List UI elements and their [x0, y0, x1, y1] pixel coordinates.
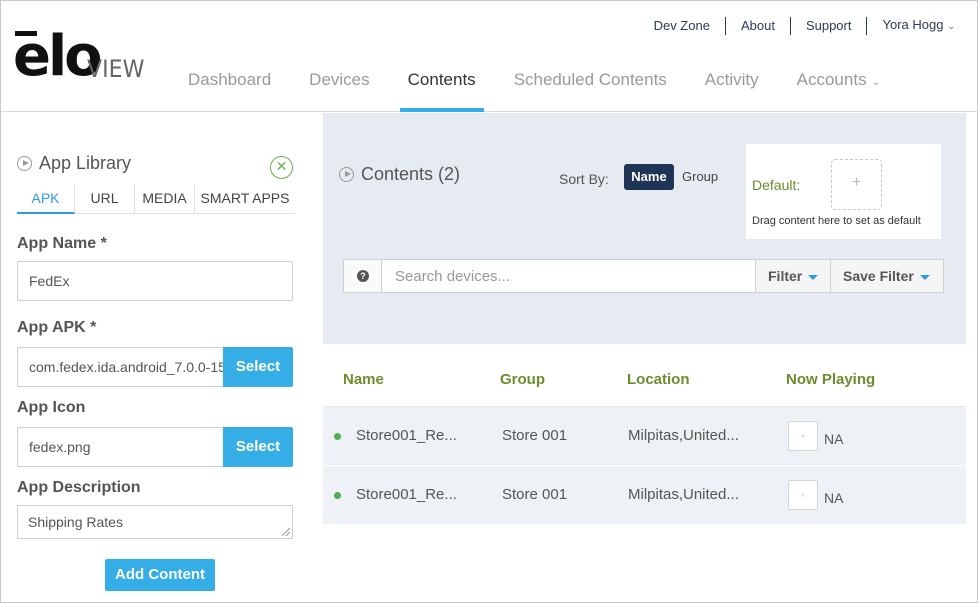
- tab-smart-apps[interactable]: SMART APPS: [195, 184, 295, 214]
- contents-title: Contents (2): [361, 164, 461, 184]
- status-dot: [334, 433, 341, 440]
- play-circle-icon: [339, 167, 354, 182]
- row-location: Milpitas,United...: [628, 486, 739, 503]
- app-name-label: App Name *: [17, 235, 107, 252]
- nav-accounts[interactable]: Accounts ⌄: [778, 61, 899, 112]
- search-bar: ? Filter Save Filter: [343, 259, 944, 293]
- header: elo VIEW Dev Zone About Support Yora Hog…: [1, 1, 977, 112]
- status-dot: [334, 492, 341, 499]
- apk-select-button[interactable]: Select: [223, 347, 293, 387]
- column-location[interactable]: Location: [627, 371, 690, 388]
- row-group: Store 001: [502, 427, 568, 444]
- app-name-field[interactable]: FedEx: [17, 261, 293, 301]
- close-icon[interactable]: ✕: [270, 156, 293, 179]
- app-description-value: Shipping Rates: [28, 514, 123, 530]
- app-window: elo VIEW Dev Zone About Support Yora Hog…: [0, 0, 978, 603]
- search-input[interactable]: [383, 260, 755, 292]
- user-name: Yora Hogg: [882, 17, 944, 32]
- filter-button[interactable]: Filter: [755, 260, 830, 292]
- column-group[interactable]: Group: [500, 371, 545, 388]
- nav-scheduled-contents[interactable]: Scheduled Contents: [495, 61, 686, 112]
- main-nav: Dashboard Devices Contents Scheduled Con…: [169, 61, 899, 112]
- sort-name-button[interactable]: Name: [624, 164, 674, 190]
- dev-zone-link[interactable]: Dev Zone: [639, 16, 726, 35]
- top-links: Dev Zone About Support Yora Hogg ⌄: [639, 16, 955, 35]
- app-library-heading: App Library: [17, 153, 131, 174]
- column-name[interactable]: Name: [343, 371, 384, 388]
- contents-heading: Contents (2): [339, 164, 460, 185]
- table-header: Name Group Location Now Playing: [323, 344, 966, 407]
- chevron-down-icon: ⌄: [947, 21, 955, 31]
- app-icon-label: App Icon: [17, 399, 86, 416]
- content-thumbnail: +: [788, 421, 818, 451]
- app-description-field[interactable]: Shipping Rates: [17, 505, 293, 539]
- default-drop-zone[interactable]: +: [831, 159, 882, 210]
- sort-group-button[interactable]: Group: [682, 169, 718, 184]
- caret-down-icon: [808, 274, 819, 280]
- content-thumbnail: +: [788, 480, 818, 510]
- resize-grip-icon[interactable]: [282, 528, 290, 536]
- tab-url[interactable]: URL: [75, 184, 135, 214]
- help-button[interactable]: ?: [344, 260, 382, 292]
- nav-activity[interactable]: Activity: [686, 61, 778, 112]
- filter-label: Filter: [768, 268, 803, 284]
- default-label: Default:: [752, 177, 801, 193]
- row-name: Store001_Re...: [356, 427, 457, 444]
- save-filter-button[interactable]: Save Filter: [830, 260, 943, 292]
- logo-view-text: VIEW: [87, 55, 145, 83]
- row-name: Store001_Re...: [356, 486, 457, 503]
- tab-apk[interactable]: APK: [17, 184, 75, 214]
- nav-dashboard[interactable]: Dashboard: [169, 61, 290, 112]
- nav-accounts-label: Accounts: [796, 70, 867, 89]
- contents-toolbar-panel: Contents (2) Sort By: Name Group Default…: [323, 113, 966, 344]
- app-icon-field[interactable]: fedex.png: [17, 427, 225, 467]
- default-hint: Drag content here to set as default: [752, 215, 921, 227]
- chevron-down-icon: ⌄: [871, 77, 880, 88]
- save-filter-label: Save Filter: [843, 268, 914, 284]
- support-link[interactable]: Support: [791, 16, 868, 35]
- row-now-playing: NA: [824, 431, 844, 447]
- row-location: Milpitas,United...: [628, 427, 739, 444]
- app-library-title: App Library: [39, 153, 132, 173]
- table-row[interactable]: Store001_Re... Store 001 Milpitas,United…: [323, 407, 966, 466]
- column-now-playing[interactable]: Now Playing: [786, 371, 875, 388]
- row-now-playing: NA: [824, 490, 844, 506]
- tab-media[interactable]: MEDIA: [135, 184, 195, 214]
- add-content-button[interactable]: Add Content: [105, 559, 215, 591]
- sort-by-label: Sort By:: [559, 171, 609, 187]
- about-link[interactable]: About: [726, 16, 791, 35]
- app-apk-field[interactable]: com.fedex.ida.android_7.0.0-153: [17, 347, 225, 387]
- play-circle-icon: [17, 156, 32, 171]
- app-apk-label: App APK *: [17, 319, 97, 336]
- question-icon: ?: [357, 270, 369, 282]
- library-tabs: APK URL MEDIA SMART APPS: [17, 184, 295, 214]
- icon-select-button[interactable]: Select: [223, 427, 293, 467]
- nav-devices[interactable]: Devices: [290, 61, 388, 112]
- app-library-panel: App Library ✕ APK URL MEDIA SMART APPS A…: [1, 113, 322, 602]
- default-content-box: Default: + Drag content here to set as d…: [746, 144, 941, 239]
- table-row[interactable]: Store001_Re... Store 001 Milpitas,United…: [323, 466, 966, 525]
- user-menu[interactable]: Yora Hogg ⌄: [867, 16, 955, 35]
- caret-down-icon: [919, 274, 930, 280]
- row-group: Store 001: [502, 486, 568, 503]
- contents-table: Name Group Location Now Playing Store001…: [323, 344, 966, 525]
- nav-contents[interactable]: Contents: [389, 61, 495, 112]
- app-description-label: App Description: [17, 479, 141, 496]
